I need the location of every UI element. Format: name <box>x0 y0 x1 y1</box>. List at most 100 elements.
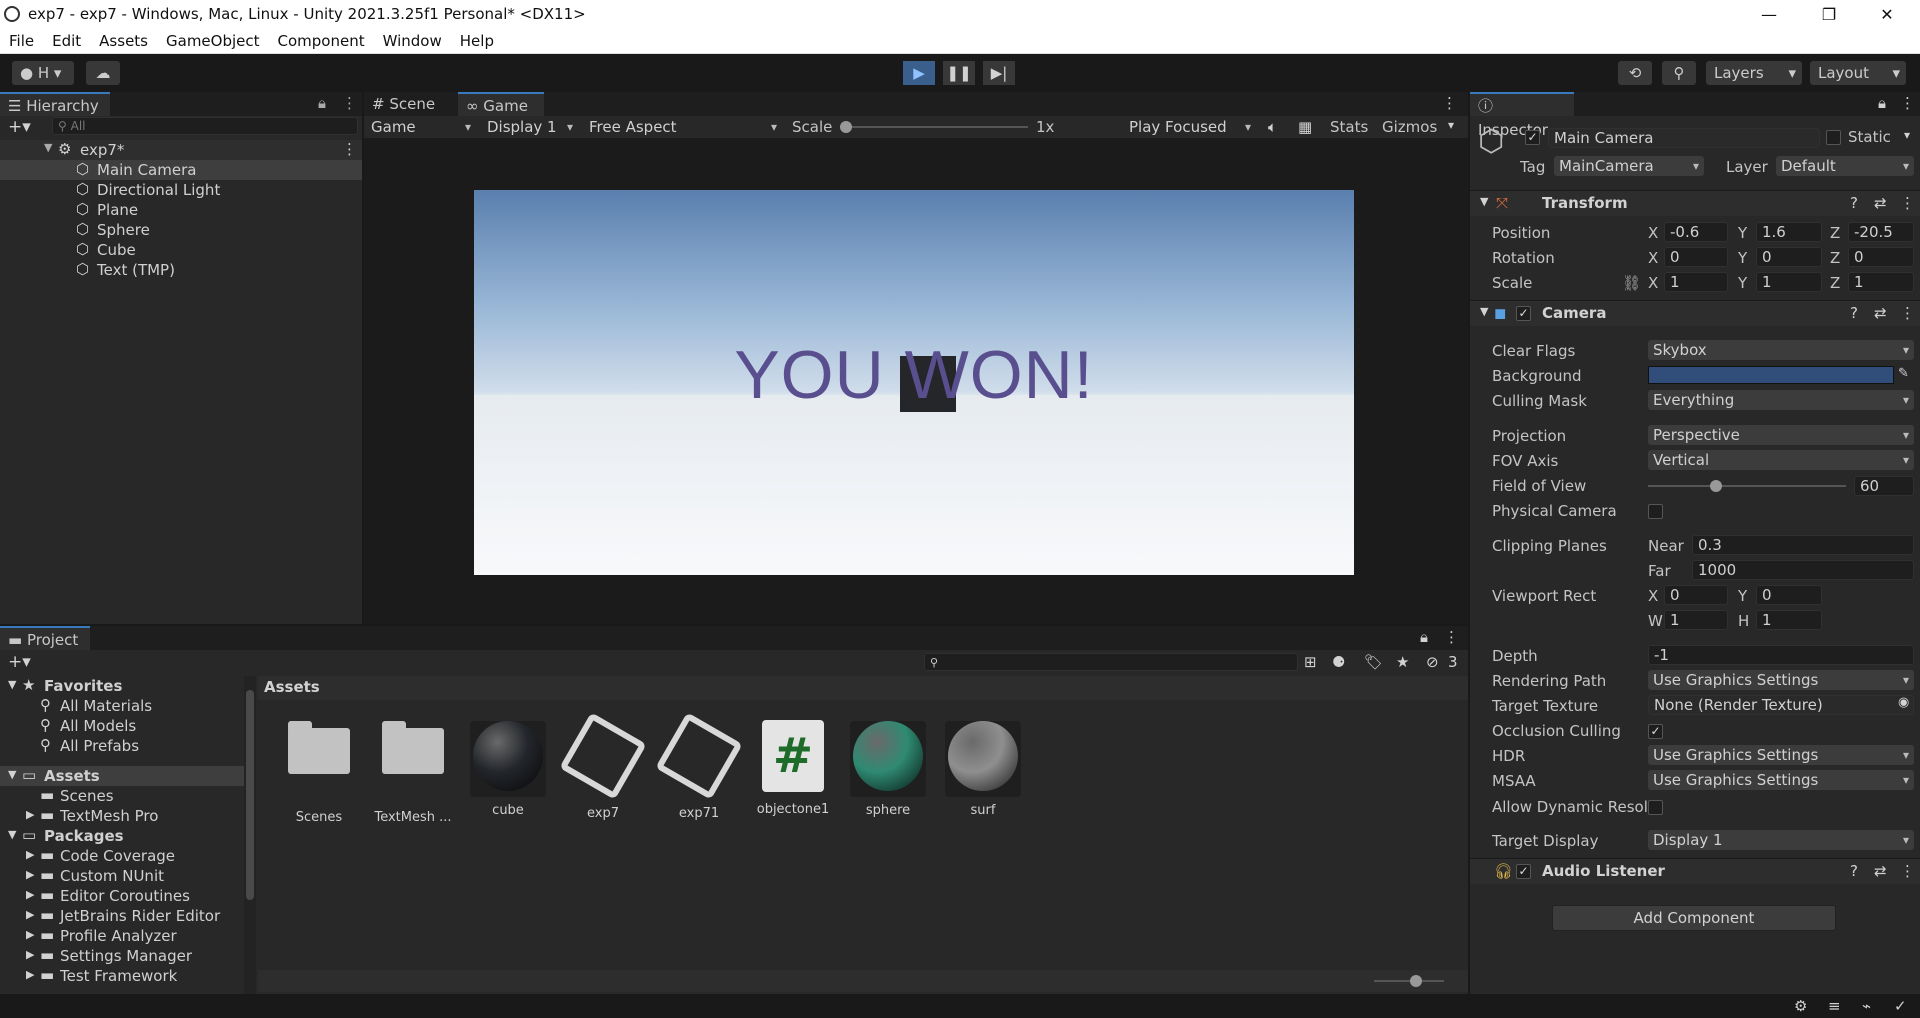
checkmark-icon[interactable]: ✓ <box>1894 997 1907 1015</box>
scale-x-field[interactable]: 1 <box>1664 272 1728 292</box>
occlusion-culling-checkbox[interactable]: ✓ <box>1648 724 1663 739</box>
list-item[interactable]: ⚲ All Models <box>0 716 244 736</box>
help-icon[interactable]: ? <box>1850 304 1858 322</box>
rotation-x-field[interactable]: 0 <box>1664 247 1728 267</box>
hidden-packages-icon[interactable]: ⊘ <box>1426 653 1439 671</box>
chevron-right-icon[interactable]: ▶ <box>26 848 34 861</box>
assets-row[interactable]: ▼ ▭ Assets <box>0 766 244 786</box>
rotation-z-field[interactable]: 0 <box>1848 247 1914 267</box>
scale-z-field[interactable]: 1 <box>1848 272 1914 292</box>
asset-item[interactable]: exp7 <box>558 712 648 821</box>
list-item[interactable]: ⬡ Cube <box>0 240 362 260</box>
list-item[interactable]: ⬡ Main Camera <box>0 160 362 180</box>
layer-dropdown[interactable]: Default <box>1776 156 1914 176</box>
object-picker-icon[interactable]: ◉ <box>1898 695 1909 710</box>
help-icon[interactable]: ? <box>1850 862 1858 880</box>
project-more-icon[interactable]: ⋮ <box>1444 628 1459 646</box>
viewport-y-field[interactable]: 0 <box>1756 585 1822 605</box>
inspector-more-icon[interactable]: ⋮ <box>1900 94 1915 112</box>
scene-more-icon[interactable]: ⋮ <box>342 140 357 158</box>
tree-scrollbar-thumb[interactable] <box>246 690 254 900</box>
asset-item[interactable]: surf <box>938 718 1028 818</box>
packages-row[interactable]: ▼ ▭ Packages <box>0 826 244 846</box>
favorite-star-icon[interactable]: ★ <box>1396 653 1409 671</box>
culling-mask-dropdown[interactable]: Everything <box>1648 390 1914 410</box>
menu-edit[interactable]: Edit <box>43 29 90 50</box>
rotation-y-field[interactable]: 0 <box>1756 247 1822 267</box>
favorites-row[interactable]: ▼ ★ Favorites <box>0 676 244 696</box>
create-icon[interactable]: +▾ <box>8 652 31 672</box>
target-display-dropdown[interactable]: Display 1 <box>1648 830 1914 850</box>
list-item[interactable]: ▶ ▬ Custom NUnit <box>0 866 244 886</box>
list-item[interactable]: ⚲ All Materials <box>0 696 244 716</box>
chevron-right-icon[interactable]: ▶ <box>26 888 34 901</box>
chevron-down-icon[interactable]: ▼ <box>44 141 52 154</box>
asset-item[interactable]: TextMesh ... <box>368 718 458 825</box>
preset-icon[interactable]: ⇄ <box>1874 194 1887 212</box>
clear-flags-dropdown[interactable]: Skybox <box>1648 340 1914 360</box>
network-icon[interactable]: ⌁ <box>1862 997 1871 1015</box>
lock-icon[interactable]: 🔒︎ <box>1420 628 1428 646</box>
chevron-right-icon[interactable]: ▶ <box>26 808 34 821</box>
far-field[interactable]: 1000 <box>1692 560 1914 580</box>
game-mode-dropdown[interactable]: Game <box>366 117 476 137</box>
game-viewport[interactable]: YOU WON! <box>474 190 1354 575</box>
mute-audio-icon[interactable]: 🔈︎ <box>1268 118 1277 136</box>
display-dropdown[interactable]: Display 1 <box>482 117 578 137</box>
asset-item[interactable]: Scenes <box>274 718 364 825</box>
fov-field[interactable]: 60 <box>1854 476 1914 496</box>
eyedropper-icon[interactable]: ✎ <box>1898 366 1909 381</box>
tab-project[interactable]: ▬ Project <box>0 626 90 650</box>
static-chevron-down-icon[interactable]: ▾ <box>1904 128 1910 142</box>
viewport-x-field[interactable]: 0 <box>1664 585 1728 605</box>
stats-button[interactable]: Stats <box>1330 118 1368 136</box>
static-checkbox[interactable] <box>1826 130 1841 145</box>
shortcuts-icon[interactable]: ▦ <box>1298 118 1312 136</box>
viewport-w-field[interactable]: 1 <box>1664 610 1728 630</box>
add-component-button[interactable]: Add Component <box>1552 905 1836 931</box>
object-name-field[interactable]: Main Camera <box>1548 128 1820 148</box>
projection-dropdown[interactable]: Perspective <box>1648 425 1914 445</box>
menu-assets[interactable]: Assets <box>90 29 157 50</box>
link-icon[interactable]: ⛓ <box>1622 274 1641 292</box>
scene-row[interactable]: ▼ ⚙ exp7* ⋮ <box>0 140 362 160</box>
layers-dropdown[interactable]: Layers ▾ <box>1706 61 1802 85</box>
component-more-icon[interactable]: ⋮ <box>1900 194 1915 212</box>
chevron-right-icon[interactable]: ▶ <box>26 908 34 921</box>
asset-item[interactable]: # objectone1 <box>748 718 838 817</box>
list-item[interactable]: ▬ Scenes <box>0 786 244 806</box>
camera-header[interactable]: ▼ ◼ ✓ Camera ? ⇄ ⋮ <box>1470 300 1920 326</box>
chevron-down-icon[interactable]: ▼ <box>8 828 16 841</box>
scale-slider[interactable] <box>844 126 1028 128</box>
depth-field[interactable]: -1 <box>1648 645 1914 665</box>
tab-scene[interactable]: # Scene <box>364 92 458 116</box>
list-item[interactable]: ▶ ▬ TextMesh Pro <box>0 806 244 826</box>
icon-size-slider[interactable] <box>1374 980 1444 982</box>
list-item[interactable]: ▶ ▬ Profile Analyzer <box>0 926 244 946</box>
asset-item[interactable]: cube <box>463 718 553 818</box>
play-focus-dropdown[interactable]: Play Focused <box>1124 117 1256 137</box>
list-item[interactable]: ▶ ▬ Test Framework <box>0 966 244 986</box>
cloud-button[interactable]: ☁ <box>86 61 120 85</box>
tab-hierarchy[interactable]: ☰ Hierarchy <box>0 92 110 116</box>
audio-listener-checkbox[interactable]: ✓ <box>1516 864 1531 879</box>
game-more-icon[interactable]: ⋮ <box>1442 94 1457 112</box>
fov-axis-dropdown[interactable]: Vertical <box>1648 450 1914 470</box>
minimize-button[interactable]: — <box>1746 0 1792 29</box>
tree-scrollbar[interactable] <box>244 676 256 994</box>
position-y-field[interactable]: 1.6 <box>1756 222 1822 242</box>
close-button[interactable]: ✕ <box>1864 0 1910 29</box>
asset-item[interactable]: sphere <box>843 718 933 818</box>
menu-help[interactable]: Help <box>451 29 503 50</box>
background-color-swatch[interactable] <box>1648 366 1894 384</box>
layout-dropdown[interactable]: Layout ▾ <box>1810 61 1906 85</box>
position-x-field[interactable]: -0.6 <box>1664 222 1728 242</box>
menu-file[interactable]: File <box>0 29 43 50</box>
list-item[interactable]: ▶ ▬ JetBrains Rider Editor <box>0 906 244 926</box>
component-more-icon[interactable]: ⋮ <box>1900 862 1915 880</box>
menu-window[interactable]: Window <box>374 29 451 50</box>
help-icon[interactable]: ? <box>1850 194 1858 212</box>
list-item[interactable]: ⬡ Text (TMP) <box>0 260 362 280</box>
pause-button[interactable]: ❚❚ <box>943 61 975 85</box>
gizmos-button[interactable]: Gizmos <box>1382 118 1437 136</box>
